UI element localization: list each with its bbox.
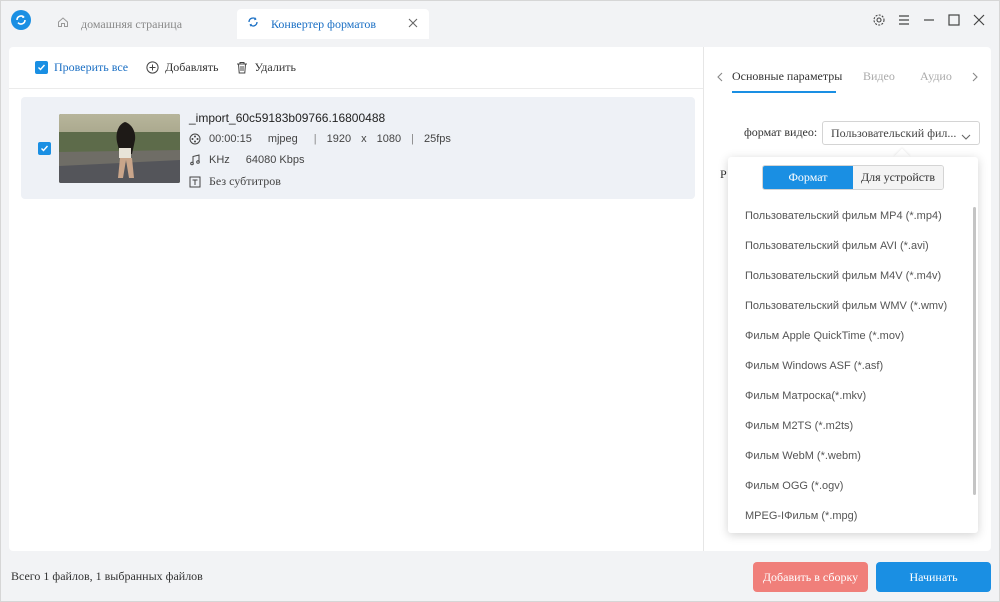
format-option[interactable]: Фильм M2TS (*.m2ts): [745, 420, 853, 432]
chevron-right-icon[interactable]: [971, 71, 979, 86]
file-checkbox[interactable]: [38, 142, 51, 155]
audio-frequency: KHz: [209, 154, 230, 166]
format-option[interactable]: Фильм Apple QuickTime (*.mov): [745, 330, 904, 342]
maximize-icon[interactable]: [946, 12, 962, 28]
video-format-select[interactable]: Пользовательский фил...: [822, 121, 980, 145]
close-window-icon[interactable]: [971, 12, 987, 28]
home-icon: [57, 16, 69, 32]
file-list-panel: Проверить все Добавлять Удалить _import_…: [9, 47, 703, 551]
partial-label: Р: [720, 167, 727, 181]
format-option[interactable]: Фильм OGG (*.ogv): [745, 480, 843, 492]
convert-icon: [247, 16, 259, 32]
title-bar: домашняя страница Конвертер форматов: [1, 1, 999, 39]
check-all-button[interactable]: Проверить все: [35, 60, 128, 75]
format-option[interactable]: MPEG-IФильм (*.mpg): [745, 510, 857, 522]
segment-devices[interactable]: Для устройств: [853, 166, 943, 189]
separator: |: [313, 133, 317, 145]
format-option[interactable]: Пользовательский фильм M4V (*.m4v): [745, 270, 941, 282]
subtitle-label: Без субтитров: [209, 174, 281, 188]
checkbox-checked-icon: [35, 61, 48, 74]
tab-audio[interactable]: Аудио: [920, 69, 952, 84]
file-item[interactable]: _import_60c59183b09766.16800488 00:00:15…: [21, 97, 695, 199]
video-format-value: Пользовательский фил...: [831, 126, 957, 140]
tab-format-converter[interactable]: Конвертер форматов: [237, 9, 429, 39]
bitrate: 64080 Kbps: [245, 154, 305, 166]
subtitle-icon: [189, 176, 201, 188]
chevron-left-icon[interactable]: [716, 71, 724, 86]
codec: mjpeg: [267, 133, 298, 145]
close-tab-icon[interactable]: [407, 17, 419, 29]
tab-home-label: домашняя страница: [81, 16, 183, 31]
format-segmented-control: Формат Для устройств: [762, 165, 944, 190]
file-name: _import_60c59183b09766.16800488: [189, 111, 386, 125]
video-info-row: 00:00:15 mjpeg | 1920 x 1080 | 25fps: [189, 133, 451, 145]
format-option[interactable]: Пользовательский фильм AVI (*.avi): [745, 240, 929, 252]
format-option[interactable]: Пользовательский фильм MP4 (*.mp4): [745, 210, 942, 222]
dropdown-scrollbar[interactable]: [973, 207, 976, 495]
separator: |: [411, 133, 414, 145]
format-option[interactable]: Пользовательский фильм WMV (*.wmv): [745, 300, 947, 312]
menu-icon[interactable]: [896, 12, 912, 28]
video-format-label: формат видео:: [744, 125, 818, 139]
check-all-label: Проверить все: [54, 60, 129, 74]
subtitle-row[interactable]: Без субтитров: [189, 174, 281, 189]
chevron-down-icon: [961, 130, 971, 144]
tab-video[interactable]: Видео: [863, 69, 895, 84]
status-text: Всего 1 файлов, 1 выбранных файлов: [11, 569, 203, 583]
active-tab-indicator: [732, 91, 836, 93]
audio-info-row: KHz 64080 Kbps: [189, 154, 305, 166]
start-button[interactable]: Начинать: [876, 562, 991, 592]
settings-tabs: Основные параметры Видео Аудио: [704, 47, 992, 89]
add-label: Добавлять: [165, 60, 219, 74]
minimize-icon[interactable]: [921, 12, 937, 28]
duration: 00:00:15: [209, 133, 252, 145]
file-toolbar: Проверить все Добавлять Удалить: [9, 47, 703, 89]
add-to-merge-button[interactable]: Добавить в сборку: [753, 562, 868, 592]
delete-button[interactable]: Удалить: [236, 60, 296, 75]
resolution-width: 1920: [326, 133, 352, 145]
format-option[interactable]: Фильм Windows ASF (*.asf): [745, 360, 883, 372]
tab-basic-params[interactable]: Основные параметры: [732, 69, 842, 84]
format-option[interactable]: Фильм Матроска(*.mkv): [745, 390, 866, 402]
segment-format[interactable]: Формат: [763, 166, 853, 189]
resolution-x: x: [361, 133, 367, 145]
music-note-icon: [189, 154, 201, 166]
tab-format-converter-label: Конвертер форматов: [271, 16, 377, 31]
delete-label: Удалить: [254, 60, 296, 74]
format-dropdown: Формат Для устройств Пользовательский фи…: [728, 157, 978, 533]
video-thumbnail[interactable]: [59, 114, 180, 183]
fps: 25fps: [423, 133, 451, 145]
settings-gear-icon[interactable]: [871, 12, 887, 28]
app-window: домашняя страница Конвертер форматов Про…: [0, 0, 1000, 602]
video-reel-icon: [189, 133, 201, 145]
tab-home[interactable]: домашняя страница: [47, 9, 233, 39]
plus-circle-icon: [146, 61, 159, 74]
format-option[interactable]: Фильм WebM (*.webm): [745, 450, 861, 462]
trash-icon: [236, 61, 248, 74]
resolution-height: 1080: [376, 133, 402, 145]
app-logo-icon: [11, 10, 31, 30]
add-button[interactable]: Добавлять: [146, 60, 218, 75]
